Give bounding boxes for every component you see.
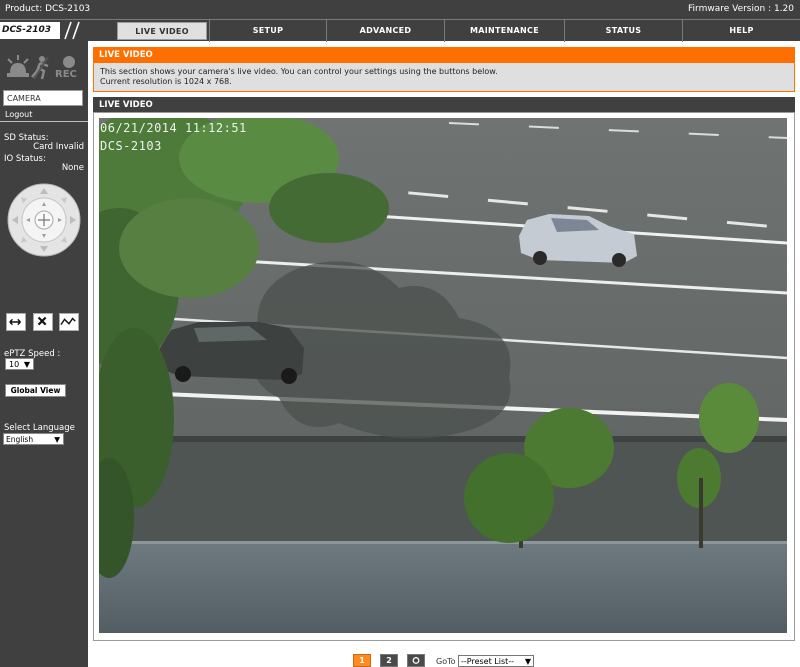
live-video-view[interactable] — [99, 118, 787, 633]
preset-list-value: --Preset List-- — [461, 657, 515, 666]
preset-list-select[interactable]: --Preset List-- ▼ — [458, 655, 534, 667]
horizontal-arrows-icon — [9, 318, 21, 326]
language-select[interactable]: English ▼ — [3, 433, 64, 445]
tab-help[interactable]: HELP — [682, 20, 800, 42]
patrol-path-icon — [60, 317, 76, 326]
video-section-title: LIVE VIDEO — [93, 97, 795, 112]
dropdown-arrow-icon: ▼ — [23, 360, 30, 369]
eptz-speed-select[interactable]: 10 ▼ — [5, 358, 34, 370]
dropdown-arrow-icon: ▼ — [524, 657, 531, 666]
ptz-control-pad[interactable] — [7, 183, 81, 257]
patrol-button[interactable] — [59, 313, 79, 331]
resolution-line: Current resolution is 1024 x 768. — [100, 77, 232, 86]
video-timestamp: 06/21/2014 11:12:51 — [100, 121, 247, 135]
video-camera-name: DCS-2103 — [100, 139, 162, 153]
description-line-1: This section shows your camera's live vi… — [100, 67, 498, 76]
product-label: Product: DCS-2103 — [5, 4, 91, 14]
stop-button[interactable] — [33, 313, 53, 331]
stream-2-button[interactable]: 2 — [380, 654, 398, 667]
sd-status-value: Card Invalid — [33, 142, 84, 152]
tab-live-video[interactable]: LIVE VIDEO — [117, 22, 207, 40]
stop-x-icon — [37, 316, 47, 326]
tab-setup[interactable]: SETUP — [209, 20, 326, 42]
sidebar-divider — [0, 121, 88, 122]
sidebar: REC CAMERA Logout SD Status: Card Invali… — [0, 41, 88, 667]
firmware-label: Firmware Version : 1.20 — [688, 4, 794, 14]
select-language-label: Select Language — [4, 423, 75, 433]
top-bar: Product: DCS-2103 Firmware Version : 1.2… — [0, 0, 800, 19]
tab-maintenance[interactable]: MAINTENANCE — [444, 20, 564, 42]
motion-icon — [31, 56, 49, 80]
tab-advanced[interactable]: ADVANCED — [326, 20, 444, 42]
tab-status[interactable]: STATUS — [564, 20, 682, 42]
horizontal-patrol-button[interactable] — [6, 313, 26, 331]
goto-label: GoTo — [436, 657, 456, 666]
alarm-light-icon — [7, 55, 29, 77]
dark-car — [159, 322, 304, 384]
logout-link[interactable]: Logout — [5, 110, 32, 119]
rec-icon — [63, 56, 75, 68]
eptz-speed-value: 10 — [9, 360, 20, 369]
snapshot-button[interactable] — [407, 654, 425, 667]
logo-slashes-icon — [64, 21, 80, 40]
rec-label: REC — [55, 69, 77, 80]
io-status-label: IO Status: — [4, 154, 46, 164]
camera-icon — [412, 657, 420, 664]
camera-selector[interactable]: CAMERA — [3, 90, 83, 106]
dropdown-arrow-icon: ▼ — [54, 435, 60, 444]
global-view-button[interactable]: Global View — [5, 384, 66, 397]
main-nav: DCS-2103 LIVE VIDEO SETUP ADVANCED MAINT… — [0, 19, 800, 42]
model-logo: DCS-2103 — [0, 22, 60, 39]
section-title: LIVE VIDEO — [93, 47, 795, 63]
live-video-scene — [99, 118, 787, 633]
io-status-value: None — [61, 163, 84, 173]
stream-1-button[interactable]: 1 — [353, 654, 371, 667]
section-description: This section shows your camera's live vi… — [93, 63, 795, 92]
language-value: English — [6, 435, 34, 444]
